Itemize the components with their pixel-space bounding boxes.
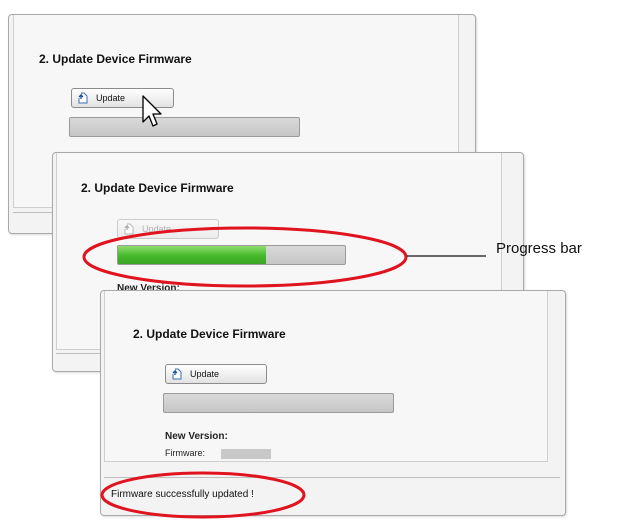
progress-highlight-ellipse bbox=[82, 226, 408, 288]
status-highlight-ellipse bbox=[100, 471, 306, 519]
mouse-cursor-icon bbox=[142, 95, 162, 127]
annotation-overlay bbox=[82, 95, 486, 519]
